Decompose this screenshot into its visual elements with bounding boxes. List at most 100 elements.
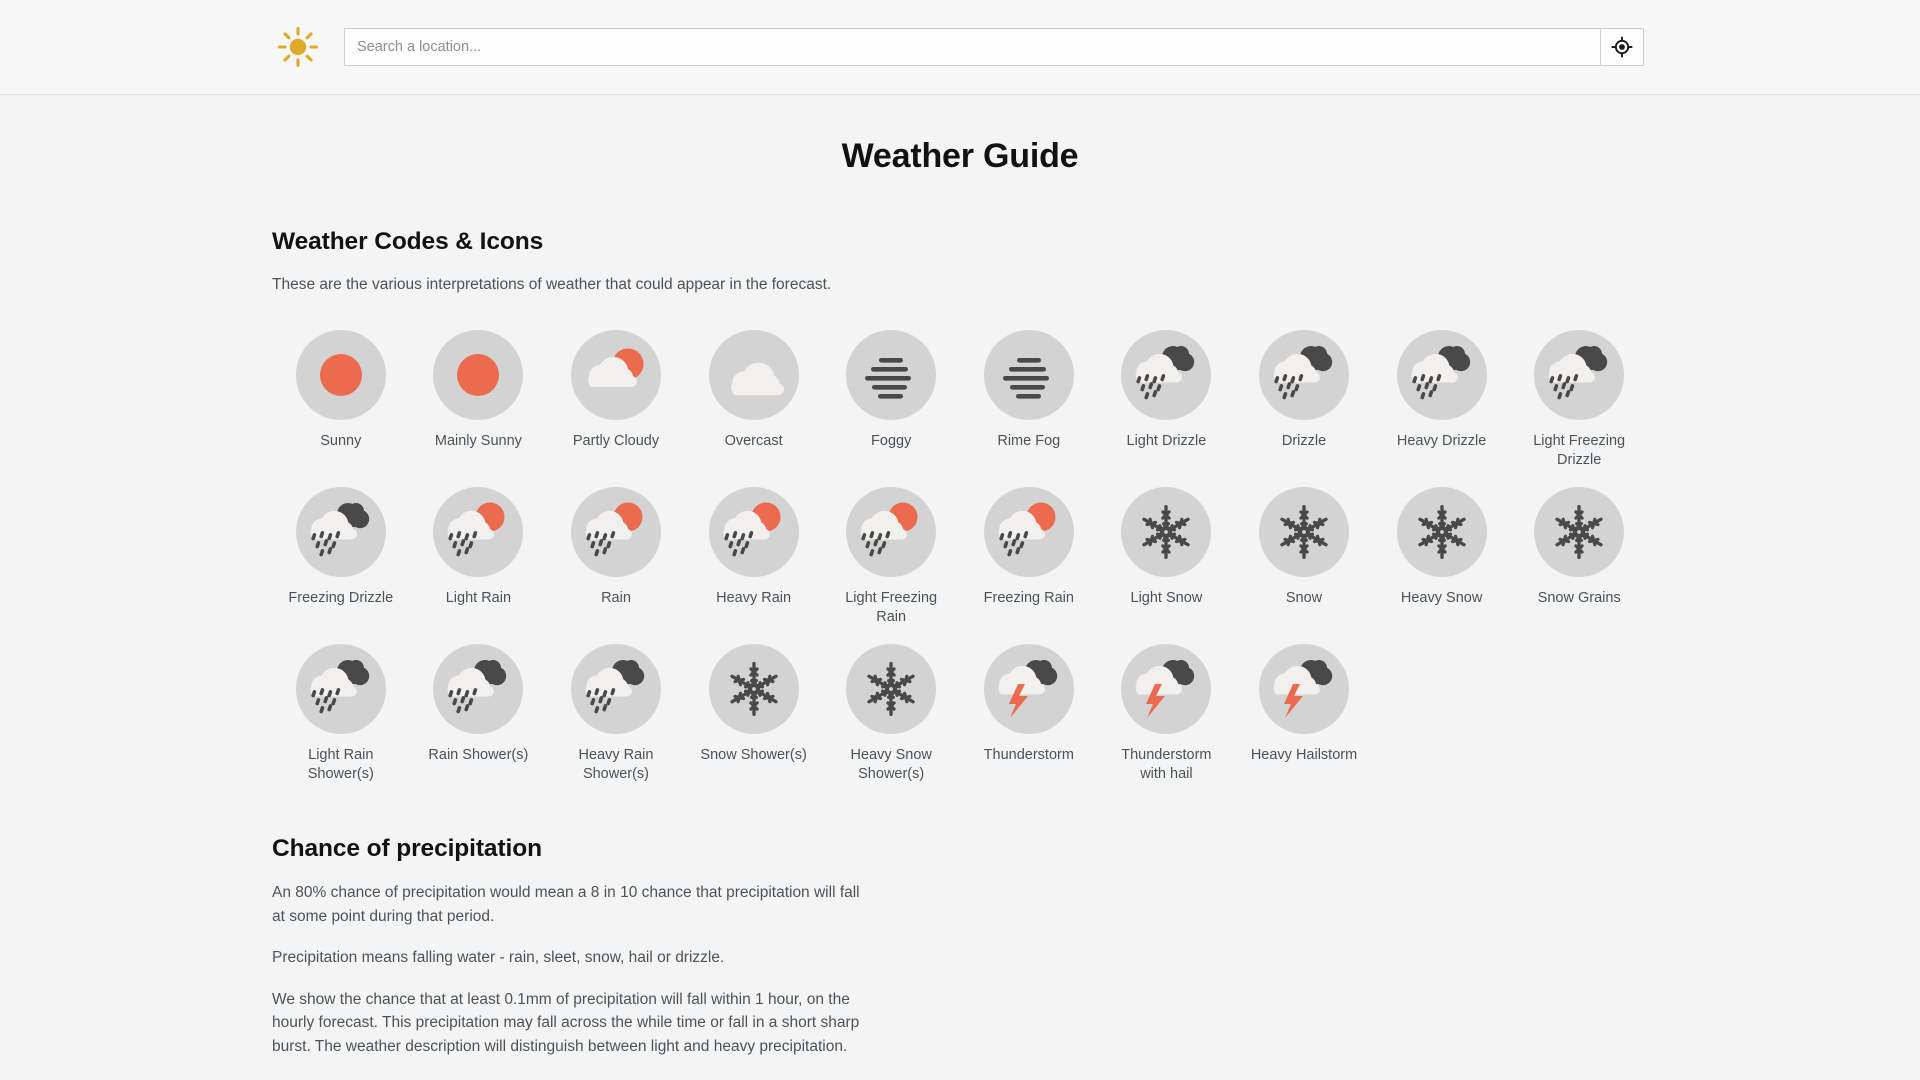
precipitation-heading: Chance of precipitation bbox=[272, 835, 542, 863]
weather-code-label: Snow Grains bbox=[1537, 590, 1621, 607]
weather-codes-subtitle: These are the various interpretations of… bbox=[272, 276, 832, 293]
cloud-dark-drizzle-icon bbox=[1258, 330, 1349, 420]
weather-code-label: Rime Fog bbox=[997, 433, 1061, 449]
weather-code-label: Sunny bbox=[320, 433, 362, 449]
weather-code-label: Partly Cloudy bbox=[572, 433, 660, 449]
search-input[interactable] bbox=[344, 28, 1600, 66]
sun-behind-cloud-icon bbox=[570, 330, 661, 420]
weather-code-item: Heavy Snow Shower(s) bbox=[822, 626, 960, 783]
weather-code-item: Snow Shower(s) bbox=[685, 626, 823, 783]
cloud-lightning-icon bbox=[1121, 644, 1212, 735]
weather-code-item: Rime Fog bbox=[960, 312, 1098, 469]
cloud-dark-drizzle-icon bbox=[1534, 330, 1625, 420]
weather-code-item: Heavy Drizzle bbox=[1373, 312, 1511, 469]
weather-code-label: Rain Shower(s) bbox=[428, 747, 529, 764]
cloud-dark-drizzle-icon bbox=[1396, 330, 1487, 420]
weather-code-label: Light Rain Shower(s) bbox=[307, 747, 374, 782]
weather-code-label: Heavy Rain Shower(s) bbox=[578, 747, 654, 782]
weather-code-label: Thunderstorm bbox=[983, 747, 1074, 764]
weather-code-item: Overcast bbox=[685, 312, 823, 469]
cloud-lightning-icon bbox=[1258, 644, 1349, 735]
weather-code-item: Snow Grains bbox=[1510, 469, 1648, 626]
use-my-location-button[interactable] bbox=[1600, 28, 1644, 66]
weather-code-item: Rain bbox=[547, 469, 685, 626]
weather-codes-heading: Weather Codes & Icons bbox=[272, 228, 544, 255]
weather-code-item: Heavy Rain Shower(s) bbox=[547, 626, 685, 783]
cloud-dark-drizzle-icon bbox=[433, 644, 524, 735]
weather-code-item: Snow bbox=[1235, 469, 1373, 626]
precipitation-paragraph: Precipitation means falling water - rain… bbox=[272, 949, 725, 967]
weather-code-item: Light Rain Shower(s) bbox=[272, 626, 410, 783]
weather-code-label: Light Freezing Drizzle bbox=[1533, 433, 1626, 468]
weather-code-label: Snow bbox=[1285, 590, 1323, 607]
sun-cloud-rain-icon bbox=[983, 487, 1074, 578]
weather-code-item: Thunderstorm with hail bbox=[1098, 626, 1236, 783]
app-header bbox=[0, 0, 1920, 95]
weather-code-label: Heavy Drizzle bbox=[1396, 433, 1487, 449]
weather-code-label: Mainly Sunny bbox=[434, 433, 522, 449]
weather-code-label: Heavy Rain bbox=[716, 590, 792, 607]
precipitation-paragraph: We show the chance that at least 0.1mm o… bbox=[272, 990, 860, 1056]
sun-cloud-rain-icon bbox=[570, 487, 661, 578]
cloud-dark-drizzle-icon bbox=[295, 487, 386, 578]
weather-code-label: Light Drizzle bbox=[1126, 433, 1207, 449]
weather-code-label: Heavy Snow bbox=[1400, 590, 1483, 607]
weather-code-label: Foggy bbox=[871, 433, 912, 449]
weather-code-item: Light Freezing Rain bbox=[822, 469, 960, 626]
weather-code-item: Light Drizzle bbox=[1098, 312, 1236, 469]
sun-cloud-rain-icon bbox=[846, 487, 937, 578]
weather-code-item: Thunderstorm bbox=[960, 626, 1098, 783]
cloud-dark-drizzle-icon bbox=[570, 644, 661, 735]
weather-code-item: Sunny bbox=[272, 312, 410, 469]
sun-cloud-rain-icon bbox=[708, 487, 799, 578]
crosshair-location-icon bbox=[1611, 36, 1633, 58]
weather-code-item: Heavy Rain bbox=[685, 469, 823, 626]
weather-code-label: Snow Shower(s) bbox=[700, 747, 807, 764]
weather-code-item: Partly Cloudy bbox=[547, 312, 685, 469]
weather-code-item: Freezing Rain bbox=[960, 469, 1098, 626]
page-title: Weather Guide bbox=[841, 137, 1079, 175]
cloud-lightning-icon bbox=[983, 644, 1074, 735]
weather-code-label: Light Rain bbox=[445, 590, 512, 607]
weather-code-grid: Sunny Mainly Sunny Partly Cloudy Overcas… bbox=[272, 312, 1648, 783]
weather-code-item: Rain Shower(s) bbox=[410, 626, 548, 783]
weather-code-item: Light Freezing Drizzle bbox=[1510, 312, 1648, 469]
snowflake-icon bbox=[846, 644, 937, 735]
precipitation-text: An 80% chance of precipitation would mea… bbox=[272, 881, 1648, 1058]
weather-code-label: Heavy Snow Shower(s) bbox=[850, 747, 932, 782]
weather-code-label: Heavy Hailstorm bbox=[1250, 747, 1358, 764]
snowflake-icon bbox=[1121, 487, 1212, 578]
weather-code-item: Heavy Snow bbox=[1373, 469, 1511, 626]
snowflake-icon bbox=[1396, 487, 1487, 578]
sun-icon bbox=[433, 330, 524, 420]
weather-code-label: Thunderstorm with hail bbox=[1121, 747, 1212, 782]
weather-code-label: Drizzle bbox=[1281, 433, 1327, 449]
precipitation-paragraph: An 80% chance of precipitation would mea… bbox=[272, 884, 860, 925]
weather-code-item: Foggy bbox=[822, 312, 960, 469]
cloud-dark-drizzle-icon bbox=[1121, 330, 1212, 420]
snowflake-icon bbox=[1258, 487, 1349, 578]
weather-code-item: Light Rain bbox=[410, 469, 548, 626]
weather-code-item: Heavy Hailstorm bbox=[1235, 626, 1373, 783]
weather-code-label: Freezing Rain bbox=[983, 590, 1074, 607]
sun-icon bbox=[295, 330, 386, 420]
weather-code-label: Freezing Drizzle bbox=[288, 590, 394, 607]
snowflake-icon bbox=[708, 644, 799, 735]
sun-cloud-rain-icon bbox=[433, 487, 524, 578]
cloud-dark-drizzle-icon bbox=[295, 644, 386, 735]
sun-icon bbox=[272, 21, 324, 73]
snowflake-icon bbox=[1534, 487, 1625, 578]
fog-icon bbox=[846, 330, 937, 420]
weather-code-label: Rain bbox=[601, 590, 631, 607]
weather-code-item: Freezing Drizzle bbox=[272, 469, 410, 626]
weather-code-item: Mainly Sunny bbox=[410, 312, 548, 469]
page-body: Weather Guide Weather Codes & Icons Thes… bbox=[0, 137, 1920, 1059]
weather-code-label: Overcast bbox=[724, 433, 783, 449]
weather-code-label: Light Freezing Rain bbox=[845, 590, 938, 625]
weather-code-label: Light Snow bbox=[1130, 590, 1203, 607]
cloud-icon bbox=[708, 330, 799, 420]
fog-icon bbox=[983, 330, 1074, 420]
weather-code-item: Drizzle bbox=[1235, 312, 1373, 469]
weather-code-item: Light Snow bbox=[1098, 469, 1236, 626]
location-search bbox=[344, 28, 1644, 66]
